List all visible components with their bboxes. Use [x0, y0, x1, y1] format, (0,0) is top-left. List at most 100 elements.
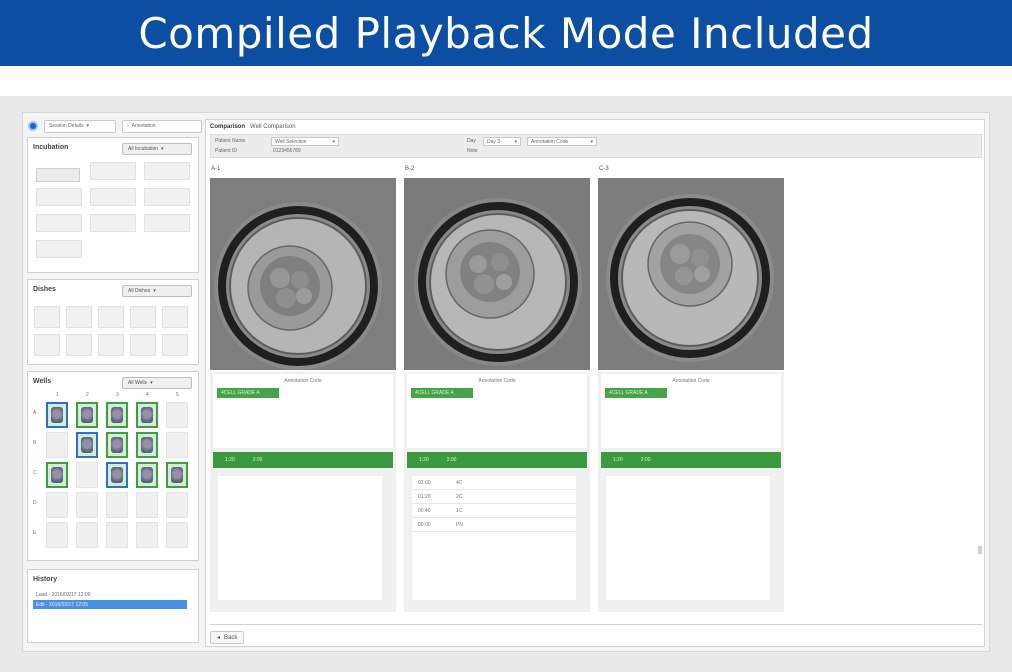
well-c1[interactable]: [46, 462, 68, 488]
embryo-image[interactable]: [404, 178, 590, 370]
incubation-filter-button[interactable]: All Incubation ▾: [122, 143, 192, 155]
table-row[interactable]: 02:00 4C: [412, 476, 576, 490]
timeline-bar[interactable]: 1:20 2:00: [407, 452, 587, 468]
note-label: Note: [467, 148, 478, 154]
annotation-tag[interactable]: 4CELL GRADE A: [605, 388, 667, 398]
incubator-slot[interactable]: [90, 162, 136, 180]
incubator-slot[interactable]: [36, 168, 80, 182]
well-a5[interactable]: [166, 402, 188, 428]
incubator-slot[interactable]: [144, 214, 190, 232]
embryo-image[interactable]: [210, 178, 396, 370]
chevron-down-icon: ▾: [332, 138, 335, 145]
patient-id-label: Patient ID: [215, 148, 237, 154]
app-window: Session Details ▾ › Annotation Incubatio…: [22, 112, 990, 652]
dish-slot[interactable]: [66, 306, 92, 328]
well-c2[interactable]: [76, 462, 98, 488]
well-e5[interactable]: [166, 522, 188, 548]
banner-title: Compiled Playback Mode Included: [138, 8, 874, 58]
timeline-end: 2:00: [446, 457, 457, 463]
well-b3[interactable]: [106, 432, 128, 458]
timeline-bar[interactable]: 1:20 2:00: [213, 452, 393, 468]
well-c3[interactable]: [106, 462, 128, 488]
mode-radio-icon[interactable]: [28, 121, 38, 131]
well-b1[interactable]: [46, 432, 68, 458]
well-d3[interactable]: [106, 492, 128, 518]
embryo-image[interactable]: [598, 178, 784, 370]
banner: Compiled Playback Mode Included: [0, 0, 1012, 66]
annotation-code-select[interactable]: Annotation Code ▾: [527, 137, 597, 146]
well-column: A-1 Annotation Code 4CELL GRADE A 1:20 2…: [210, 166, 396, 612]
dish-slot[interactable]: [162, 334, 188, 356]
dish-slot[interactable]: [162, 306, 188, 328]
incubator-slot[interactable]: [90, 214, 136, 232]
annotation-tag[interactable]: 4CELL GRADE A: [217, 388, 279, 398]
incubator-slot[interactable]: [36, 214, 82, 232]
history-title: History: [33, 576, 58, 583]
well-d5[interactable]: [166, 492, 188, 518]
well-a4[interactable]: [136, 402, 158, 428]
dish-slot[interactable]: [34, 334, 60, 356]
annotation-tag[interactable]: 4CELL GRADE A: [411, 388, 473, 398]
back-button[interactable]: ◂ Back: [210, 631, 245, 644]
history-item[interactable]: Load - 2016/03/17 12:00: [33, 590, 187, 599]
dish-slot[interactable]: [66, 334, 92, 356]
tab-comparison[interactable]: Comparison: [210, 124, 245, 130]
well-b4[interactable]: [136, 432, 158, 458]
mode-select[interactable]: Session Details ▾: [44, 119, 116, 133]
timeline-end: 2:00: [640, 457, 651, 463]
well-e1[interactable]: [46, 522, 68, 548]
well-selection-select[interactable]: Well Selection ▾: [271, 137, 339, 146]
dish-slot[interactable]: [34, 306, 60, 328]
dish-slot[interactable]: [130, 306, 156, 328]
chevron-down-icon: ▾: [514, 138, 517, 145]
timeline-start: 1:20: [613, 457, 623, 463]
well-e4[interactable]: [136, 522, 158, 548]
well-row-label: D: [33, 500, 37, 506]
divider: [210, 624, 982, 625]
table-row[interactable]: 01:20 2C: [412, 490, 576, 504]
table-row[interactable]: 00:00 PN: [412, 518, 576, 532]
well-b2[interactable]: [76, 432, 98, 458]
table-row[interactable]: 00:40 1C: [412, 504, 576, 518]
timeline-bar[interactable]: 1:20 2:00: [601, 452, 781, 468]
embryo-thumbnail: [111, 467, 123, 483]
incubator-slot[interactable]: [90, 188, 136, 206]
incubator-slot[interactable]: [36, 188, 82, 206]
embryo-thumbnail: [51, 407, 63, 423]
well-d4[interactable]: [136, 492, 158, 518]
well-d2[interactable]: [76, 492, 98, 518]
dish-slot[interactable]: [98, 334, 124, 356]
wells-panel: Wells All Wells ▾ 1 2 3 4 5 A B C D E: [27, 371, 199, 561]
well-c4[interactable]: [136, 462, 158, 488]
scrollbar-handle[interactable]: [978, 546, 982, 554]
annotation-area: Annotation Code 4CELL GRADE A 1:20 2:00 …: [404, 372, 590, 612]
wells-filter-button[interactable]: All Wells ▾: [122, 377, 192, 389]
dishes-filter-button[interactable]: All Dishes ▾: [122, 285, 192, 297]
wells-title: Wells: [33, 378, 52, 385]
incubator-slot[interactable]: [144, 162, 190, 180]
dish-slot[interactable]: [98, 306, 124, 328]
day-select[interactable]: Day 3 ▾: [483, 137, 521, 146]
incubator-slot[interactable]: [144, 188, 190, 206]
table-cell-code: 4C: [456, 480, 463, 486]
secondary-select[interactable]: › Annotation: [122, 119, 202, 133]
dishes-panel: Dishes All Dishes ▾: [27, 279, 199, 365]
well-label: A-1: [211, 166, 221, 172]
well-b5[interactable]: [166, 432, 188, 458]
well-a1[interactable]: [46, 402, 68, 428]
well-d1[interactable]: [46, 492, 68, 518]
chevron-icon: ›: [127, 123, 129, 129]
incubator-slot[interactable]: [36, 240, 82, 258]
annotation-table: 02:00 4C 01:20 2C 00:40 1C 00:00 PN: [412, 476, 576, 600]
well-col-label: 3: [116, 392, 119, 398]
well-a3[interactable]: [106, 402, 128, 428]
table-cell-code: 2C: [456, 494, 463, 500]
well-row-label: A: [33, 410, 37, 416]
well-e2[interactable]: [76, 522, 98, 548]
well-c5[interactable]: [166, 462, 188, 488]
well-a2[interactable]: [76, 402, 98, 428]
well-e3[interactable]: [106, 522, 128, 548]
history-item-selected[interactable]: Edit - 2016/03/17 12:05: [33, 600, 187, 609]
dish-slot[interactable]: [130, 334, 156, 356]
tab-subtitle: Well Comparison: [250, 124, 296, 130]
